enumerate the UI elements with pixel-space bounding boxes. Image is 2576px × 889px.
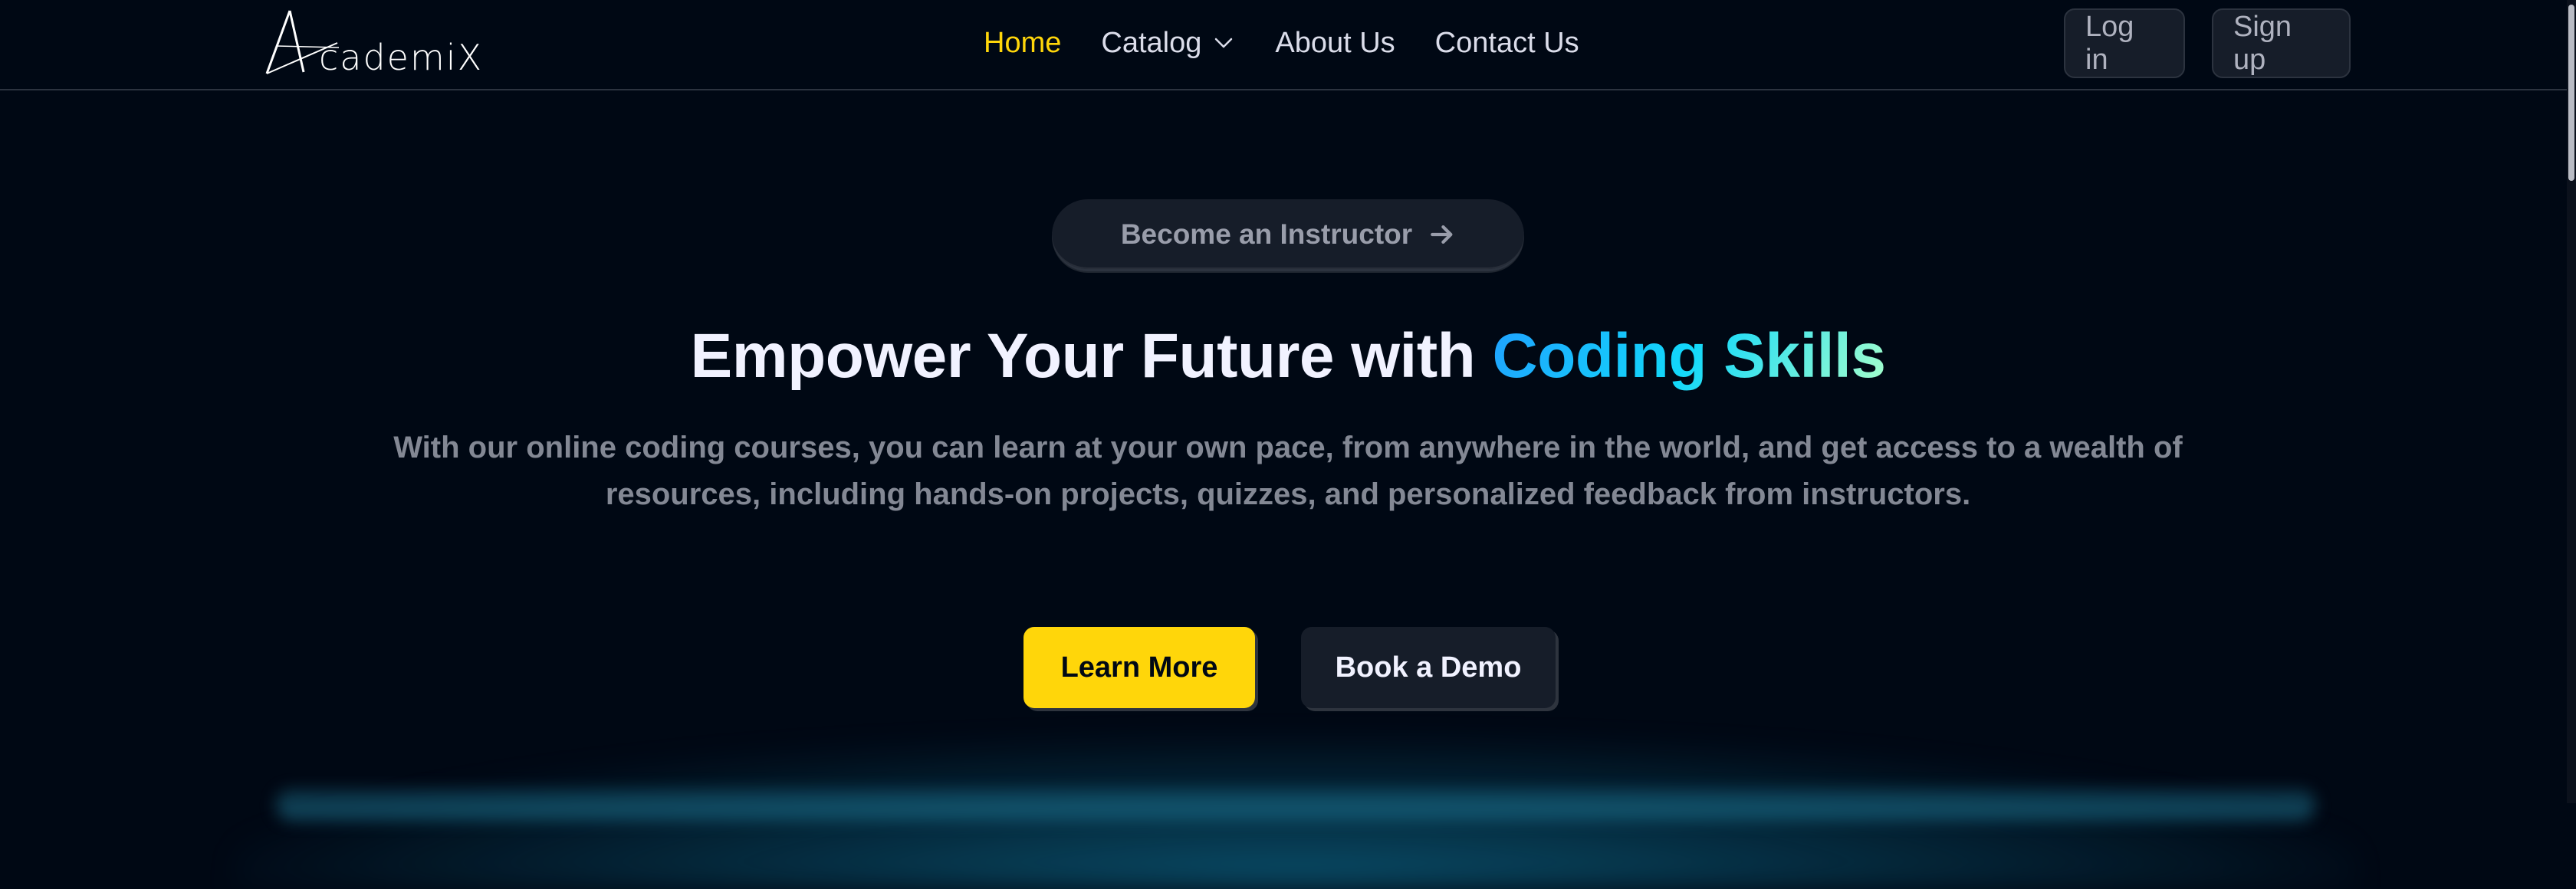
arrow-right-icon — [1431, 225, 1453, 244]
headline-prefix: Empower Your Future with — [690, 321, 1476, 391]
hero-subtext: With our online coding courses, you can … — [393, 431, 2183, 511]
scrollbar-thumb[interactable] — [2568, 5, 2574, 181]
nav-links: Home Catalog About Us Contact Us — [984, 0, 1579, 86]
scrollbar[interactable] — [2567, 0, 2576, 803]
logo-text: cademiX — [319, 37, 484, 78]
nav-item-catalog[interactable]: Catalog — [1101, 27, 1235, 60]
book-demo-button[interactable]: Book a Demo — [1301, 627, 1556, 708]
nav-item-catalog-label: Catalog — [1101, 26, 1202, 59]
headline-highlight: Coding Skills — [1492, 321, 1886, 391]
login-button[interactable]: Log in — [2064, 8, 2185, 78]
hero-headline: Empower Your Future with Coding Skills — [0, 320, 2576, 392]
become-instructor-label: Become an Instructor — [1120, 218, 1413, 250]
navbar: cademiX Home Catalog About Us Contact Us… — [0, 0, 2576, 90]
become-instructor-button[interactable]: Become an Instructor — [1052, 199, 1524, 271]
chevron-down-icon — [1215, 38, 1233, 48]
nav-item-about[interactable]: About Us — [1275, 27, 1395, 60]
logo[interactable]: cademiX — [261, 8, 481, 78]
learn-more-button[interactable]: Learn More — [1024, 627, 1255, 708]
nav-item-contact[interactable]: Contact Us — [1435, 27, 1579, 60]
signup-button[interactable]: Sign up — [2212, 8, 2351, 78]
nav-item-home[interactable]: Home — [984, 27, 1061, 60]
video-preview-edge — [276, 789, 2315, 820]
